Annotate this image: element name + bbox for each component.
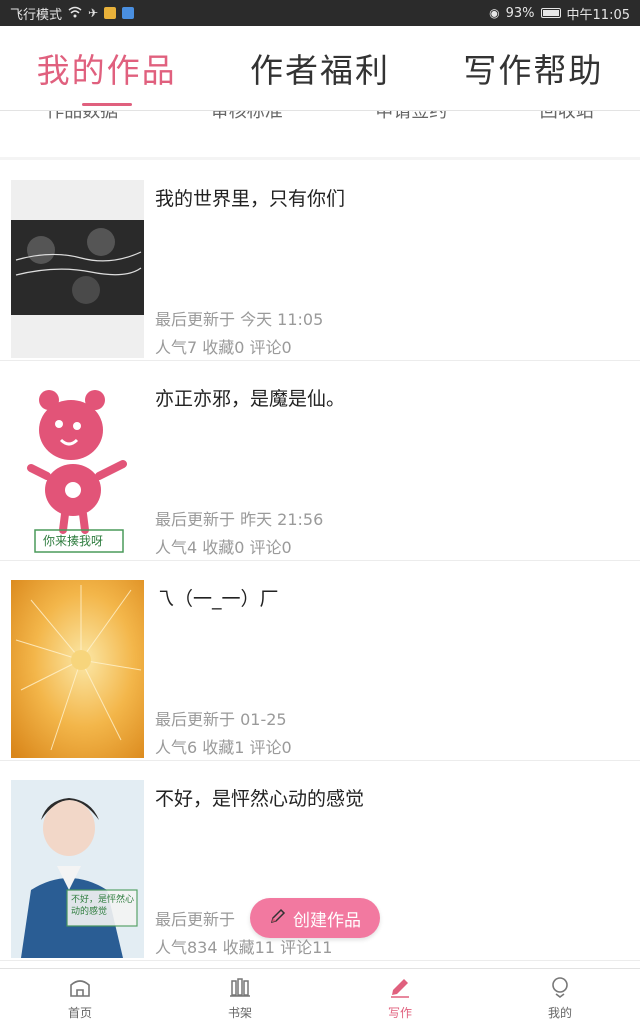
work-title: 我的世界里，只有你们 — [155, 188, 346, 210]
airplane-icon: ✈ — [88, 6, 99, 20]
cover-caption: 不好，是怦然心动的感觉 — [71, 895, 135, 917]
active-tab-indicator — [81, 103, 132, 106]
nav-write[interactable]: 写作 — [320, 969, 480, 1025]
work-updated-time: 最后更新于 今天 11:05 — [155, 310, 324, 329]
tab-label: 写作帮助 — [463, 51, 604, 90]
work-title: 亦正亦邪，是魔是仙。 — [155, 388, 346, 410]
subnav-apply-contract[interactable]: 申请签约 — [375, 111, 447, 123]
home-icon — [68, 975, 92, 1004]
nav-label: 写作 — [387, 1006, 412, 1020]
clock: 中午11:05 — [566, 7, 630, 23]
app-notification-icon — [104, 7, 117, 19]
nav-label: 首页 — [67, 1006, 92, 1020]
app-notification-icon — [122, 7, 135, 19]
tab-label: 我的作品 — [36, 51, 177, 90]
work-title: 不好，是怦然心动的感觉 — [155, 788, 365, 810]
pencil-icon — [388, 975, 412, 1004]
subnav-review-standards[interactable]: 审核标准 — [211, 111, 283, 123]
battery-percent: 93% — [505, 5, 535, 21]
dandelion-cover[interactable] — [11, 580, 144, 758]
work-item[interactable]: 你来揍我呀 亦正亦邪，是魔是仙。 最后更新于 昨天 21:56 人气4 收藏0 … — [0, 360, 640, 561]
battery-icon — [540, 8, 561, 18]
sub-navigation: 作品数据 审核标准 申请签约 回收站 — [0, 110, 640, 157]
work-updated-time: 最后更新于 — [155, 910, 236, 929]
cover-caption: 你来揍我呀 — [43, 534, 104, 548]
top-tab-bar: 我的作品 作者福利 写作帮助 — [0, 26, 640, 110]
work-updated-time: 最后更新于 01-25 — [155, 710, 287, 729]
portrait-cover[interactable]: 不好，是怦然心动的感觉 — [11, 780, 144, 958]
work-stats: 人气7 收藏0 评论0 — [155, 338, 292, 357]
subnav-work-data[interactable]: 作品数据 — [46, 111, 118, 123]
nav-label: 书架 — [227, 1006, 252, 1020]
pink-bear-cover[interactable]: 你来揍我呀 — [11, 380, 144, 558]
tab-label: 作者福利 — [249, 51, 390, 90]
pencil-icon — [269, 907, 287, 930]
nav-profile[interactable]: 我的 — [480, 969, 640, 1025]
airplane-mode-label: 飞行模式 — [10, 7, 63, 23]
tab-author-benefits[interactable]: 作者福利 — [213, 26, 426, 110]
work-stats: 人气4 收藏0 评论0 — [155, 538, 292, 557]
create-work-button[interactable]: 创建作品 — [250, 898, 380, 938]
create-work-label: 创建作品 — [293, 910, 361, 931]
bottom-navigation: 首页 书架 写作 我的 — [0, 968, 640, 1025]
group-photo-cover[interactable] — [11, 180, 144, 358]
nav-home[interactable]: 首页 — [0, 969, 160, 1025]
work-item[interactable]: 乁（一_一）厂 最后更新于 01-25 人气6 收藏1 评论0 — [0, 560, 640, 761]
work-title: 乁（一_一）厂 — [155, 588, 279, 610]
tab-my-works[interactable]: 我的作品 — [0, 26, 213, 110]
tab-writing-help[interactable]: 写作帮助 — [427, 26, 640, 110]
works-list: 我的世界里，只有你们 最后更新于 今天 11:05 人气7 收藏0 评论0 你来… — [0, 160, 640, 968]
nav-label: 我的 — [547, 1006, 572, 1020]
status-bar: 飞行模式 ✈ ◉ 93% 中午11:05 — [0, 0, 640, 26]
profile-icon — [548, 975, 572, 1004]
work-updated-time: 最后更新于 昨天 21:56 — [155, 510, 324, 529]
nav-bookshelf[interactable]: 书架 — [160, 969, 320, 1025]
eye-comfort-icon: ◉ — [489, 6, 500, 20]
subnav-recycle-bin[interactable]: 回收站 — [540, 111, 594, 123]
wifi-icon — [68, 6, 82, 21]
bookshelf-icon — [228, 975, 252, 1004]
work-stats: 人气6 收藏1 评论0 — [155, 738, 292, 757]
work-item[interactable]: 我的世界里，只有你们 最后更新于 今天 11:05 人气7 收藏0 评论0 — [0, 160, 640, 361]
